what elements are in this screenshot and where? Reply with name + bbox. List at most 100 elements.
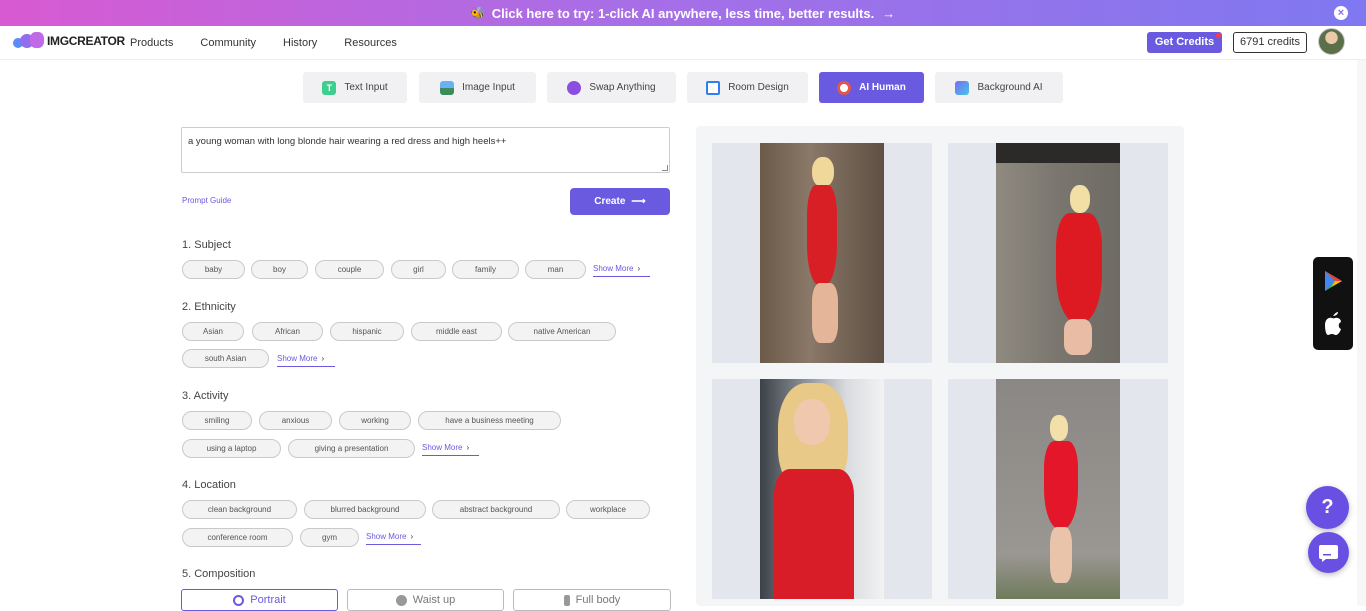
tab-label: AI Human	[859, 82, 906, 93]
chip-south-asian[interactable]: south Asian	[182, 349, 269, 368]
person-full-icon	[563, 594, 570, 606]
chevron-right-icon: ›	[410, 532, 414, 541]
app-store-badge	[1313, 257, 1353, 350]
tab-label: Text Input	[344, 82, 388, 93]
chip-man[interactable]: man	[525, 260, 586, 279]
create-button[interactable]: Create ⟶	[570, 188, 670, 215]
prompt-value: a young woman with long blonde hair wear…	[188, 136, 507, 147]
composition-portrait[interactable]: Portrait	[181, 589, 338, 611]
logo-mark-icon	[13, 32, 44, 50]
chip-family[interactable]: family	[452, 260, 519, 279]
tab-label: Swap Anything	[589, 82, 656, 93]
chip-hispanic[interactable]: hispanic	[330, 322, 404, 341]
chip-native-american[interactable]: native American	[508, 322, 616, 341]
chip-conference-room[interactable]: conference room	[182, 528, 293, 547]
composition-label: Portrait	[250, 594, 286, 606]
text-icon: T	[322, 80, 337, 95]
chip-asian[interactable]: Asian	[182, 322, 244, 341]
tab-background-ai[interactable]: Background AI	[935, 72, 1063, 103]
nav-community[interactable]: Community	[200, 37, 256, 49]
chip-anxious[interactable]: anxious	[259, 411, 332, 430]
result-image-card[interactable]	[948, 379, 1168, 599]
chip-using-a-laptop[interactable]: using a laptop	[182, 439, 281, 458]
chip-baby[interactable]: baby	[182, 260, 245, 279]
composition-label: Full body	[575, 594, 621, 606]
prompt-textarea[interactable]: a young woman with long blonde hair wear…	[181, 127, 670, 173]
prompt-guide-link[interactable]: Prompt Guide	[182, 196, 231, 205]
close-icon[interactable]: ×	[1334, 6, 1348, 20]
result-image-card[interactable]	[712, 143, 932, 363]
create-label: Create	[594, 196, 626, 207]
show-more-label: Show More	[277, 354, 318, 363]
show-more-ethnicity[interactable]: Show More ›	[277, 354, 335, 367]
promo-text[interactable]: Click here to try: 1-click AI anywhere, …	[492, 6, 874, 21]
nav-products[interactable]: Products	[130, 37, 173, 49]
top-nav: IMGCREATOR Products Community History Re…	[0, 26, 1366, 60]
user-avatar[interactable]	[1318, 28, 1345, 55]
show-more-label: Show More	[366, 532, 407, 541]
arrow-right-icon: →	[882, 5, 896, 21]
tab-text-input[interactable]: T Text Input	[303, 72, 407, 103]
result-image-card[interactable]	[948, 143, 1168, 363]
arrow-right-icon: ⟶	[631, 196, 646, 207]
tab-label: Image Input	[462, 82, 515, 93]
chip-couple[interactable]: couple	[315, 260, 384, 279]
chip-have-a-business-meeting[interactable]: have a business meeting	[418, 411, 561, 430]
promo-banner[interactable]: 🐝 Click here to try: 1-click AI anywhere…	[0, 0, 1366, 26]
tool-tabs: T Text Input Image Input Swap Anything R…	[0, 72, 1366, 103]
brand-logo[interactable]: IMGCREATOR	[13, 32, 125, 50]
resize-handle-icon[interactable]	[662, 165, 668, 171]
nav-resources[interactable]: Resources	[344, 37, 397, 49]
tab-label: Background AI	[977, 82, 1043, 93]
apple-icon[interactable]	[1313, 303, 1353, 343]
tab-ai-human[interactable]: AI Human	[819, 72, 924, 103]
show-more-location[interactable]: Show More ›	[366, 532, 421, 545]
result-image	[996, 379, 1120, 599]
chip-working[interactable]: working	[339, 411, 411, 430]
show-more-subject[interactable]: Show More ›	[593, 264, 650, 277]
show-more-label: Show More	[593, 264, 634, 273]
result-image	[760, 143, 884, 363]
chip-abstract-background[interactable]: abstract background	[432, 500, 560, 519]
get-credits-label: Get Credits	[1154, 36, 1215, 48]
chevron-right-icon: ›	[466, 443, 470, 452]
chip-smiling[interactable]: smiling	[182, 411, 252, 430]
chevron-right-icon: ›	[321, 354, 325, 363]
chevron-right-icon: ›	[637, 264, 641, 273]
composition-full-body[interactable]: Full body	[513, 589, 671, 611]
chat-button[interactable]	[1308, 532, 1349, 573]
credits-balance[interactable]: 6791 credits	[1233, 32, 1307, 53]
section-title-activity: 3. Activity	[182, 390, 229, 402]
bee-icon: 🐝	[470, 6, 486, 20]
swap-icon	[567, 80, 582, 95]
chat-icon	[1319, 545, 1338, 562]
chip-giving-a-presentation[interactable]: giving a presentation	[288, 439, 415, 458]
nav-history[interactable]: History	[283, 37, 317, 49]
tab-room-design[interactable]: Room Design	[687, 72, 808, 103]
tab-image-input[interactable]: Image Input	[419, 72, 536, 103]
face-icon	[837, 80, 852, 95]
chip-middle-east[interactable]: middle east	[411, 322, 502, 341]
tab-swap-anything[interactable]: Swap Anything	[547, 72, 676, 103]
page-scrollbar[interactable]	[1357, 60, 1366, 606]
section-title-location: 4. Location	[182, 479, 236, 491]
landscape-icon	[955, 80, 970, 95]
result-image-card[interactable]	[712, 379, 932, 599]
help-button[interactable]: ?	[1306, 486, 1349, 529]
house-icon	[706, 80, 721, 95]
result-gallery	[696, 126, 1184, 606]
chip-african[interactable]: African	[252, 322, 323, 341]
chip-blurred-background[interactable]: blurred background	[304, 500, 426, 519]
brand-name: IMGCREATOR	[47, 34, 125, 48]
section-title-ethnicity: 2. Ethnicity	[182, 301, 236, 313]
chip-workplace[interactable]: workplace	[566, 500, 650, 519]
get-credits-button[interactable]: Get Credits	[1147, 32, 1222, 53]
result-image	[760, 379, 884, 599]
notification-dot	[1216, 33, 1221, 38]
chip-gym[interactable]: gym	[300, 528, 359, 547]
chip-girl[interactable]: girl	[391, 260, 446, 279]
chip-clean-background[interactable]: clean background	[182, 500, 297, 519]
chip-boy[interactable]: boy	[251, 260, 308, 279]
composition-waist-up[interactable]: Waist up	[347, 589, 504, 611]
show-more-activity[interactable]: Show More ›	[422, 443, 479, 456]
